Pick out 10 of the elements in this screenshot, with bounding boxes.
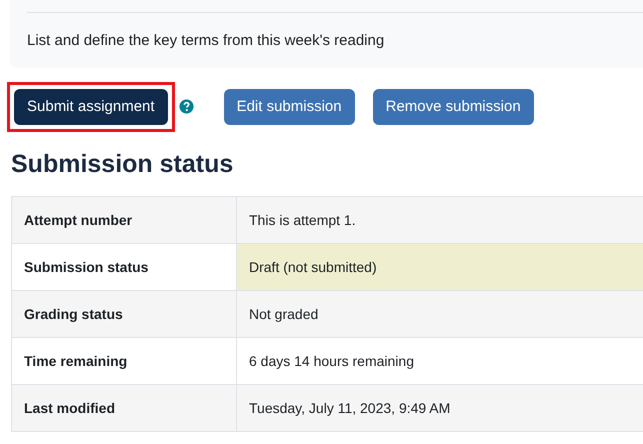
assignment-description: List and define the key terms from this week's reading [27, 32, 386, 49]
table-cell: Attempt number [12, 196, 236, 244]
action-button[interactable]: Remove submission [372, 88, 534, 124]
section-heading: Submission status [11, 150, 234, 180]
table-cell: Draft (not submitted) [236, 244, 643, 290]
help-icon[interactable] [178, 99, 194, 114]
action-button[interactable]: Submit assignment [14, 88, 168, 124]
table-cell: This is attempt 1. [236, 196, 643, 244]
table-cell: Last modified [12, 384, 236, 432]
action-button[interactable]: Edit submission [224, 88, 355, 124]
